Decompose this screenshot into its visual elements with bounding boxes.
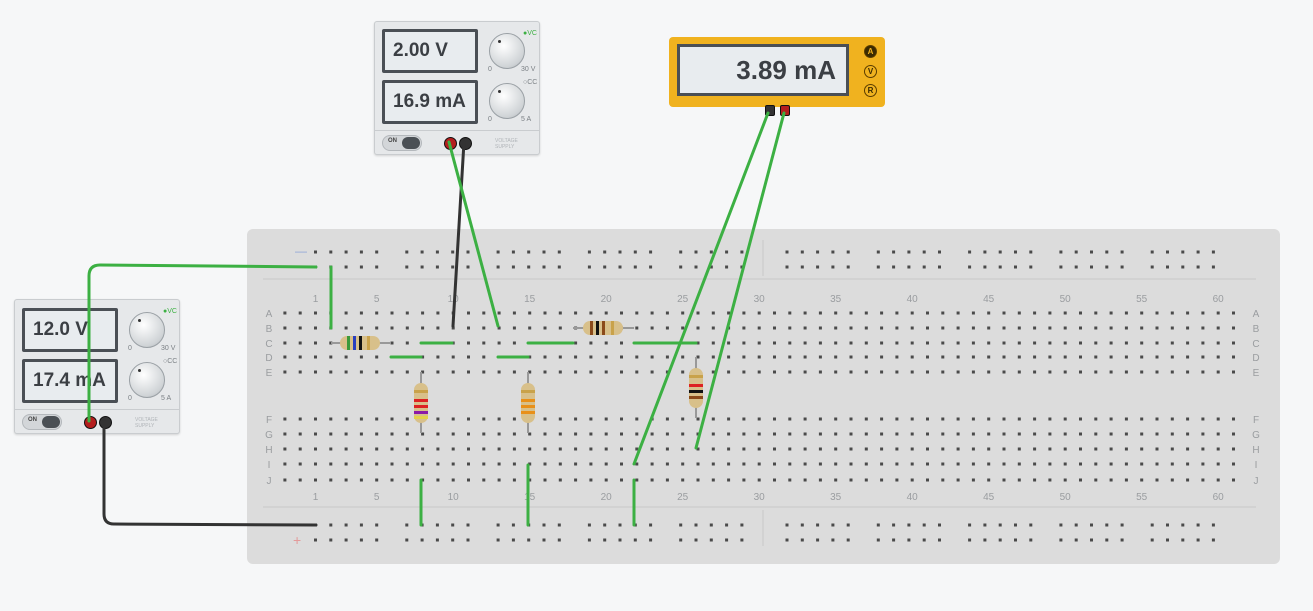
rail-plus-label: +: [293, 532, 301, 548]
wire-left-supply-positive: [87, 263, 318, 423]
column-label-30: 30: [754, 294, 766, 305]
row-label-b: B: [266, 324, 273, 335]
row-label-j: J: [1254, 476, 1259, 487]
column-label-20: 20: [601, 492, 613, 503]
column-label-50: 50: [1060, 294, 1072, 305]
column-label-1: 1: [313, 294, 319, 305]
column-label-45: 45: [983, 294, 995, 305]
resistor-r5[interactable]: [689, 357, 703, 418]
row-label-e: E: [266, 368, 273, 379]
row-label-h: H: [265, 445, 272, 456]
row-label-e: E: [1253, 368, 1260, 379]
row-label-f: F: [1253, 415, 1259, 426]
row-label-h: H: [1252, 445, 1259, 456]
column-label-15: 15: [524, 492, 536, 503]
column-label-30: 30: [754, 492, 766, 503]
resistor-r1[interactable]: [331, 336, 391, 350]
column-label-15: 15: [524, 294, 536, 305]
row-label-b: B: [1253, 324, 1260, 335]
column-label-25: 25: [677, 294, 689, 305]
row-label-g: G: [265, 430, 273, 441]
column-label-45: 45: [983, 492, 995, 503]
resistor-r2[interactable]: [414, 372, 428, 433]
column-label-20: 20: [601, 294, 613, 305]
row-label-a: A: [1253, 309, 1260, 320]
row-label-a: A: [266, 309, 273, 320]
wire-meter-positive: [694, 111, 786, 450]
column-label-25: 25: [677, 492, 689, 503]
circuit-overlay: A AB BC CD DE EF FG GH HI IJ J11551010151520202525…: [87, 111, 1260, 548]
wire-left-supply-negative: [102, 419, 318, 527]
column-label-35: 35: [830, 294, 842, 305]
column-label-55: 55: [1136, 294, 1148, 305]
column-label-40: 40: [907, 492, 919, 503]
row-label-i: I: [1255, 460, 1258, 471]
row-label-c: C: [1252, 339, 1259, 350]
column-label-55: 55: [1136, 492, 1148, 503]
rail-minus-label: —: [295, 244, 307, 258]
resistor-r4[interactable]: [573, 321, 634, 335]
row-label-d: D: [1252, 353, 1259, 364]
column-label-35: 35: [830, 492, 842, 503]
resistor-r3[interactable]: [521, 372, 535, 433]
wire-meter-com: [632, 111, 770, 466]
column-label-60: 60: [1213, 294, 1225, 305]
row-label-j: J: [267, 476, 272, 487]
column-label-50: 50: [1060, 492, 1072, 503]
column-label-60: 60: [1213, 492, 1225, 503]
column-label-40: 40: [907, 294, 919, 305]
column-label-5: 5: [374, 294, 380, 305]
column-label-5: 5: [374, 492, 380, 503]
column-label-1: 1: [313, 492, 319, 503]
row-label-d: D: [265, 353, 272, 364]
row-label-i: I: [268, 460, 271, 471]
column-label-10: 10: [448, 492, 460, 503]
row-label-f: F: [266, 415, 272, 426]
row-label-g: G: [1252, 430, 1260, 441]
row-label-c: C: [265, 339, 272, 350]
